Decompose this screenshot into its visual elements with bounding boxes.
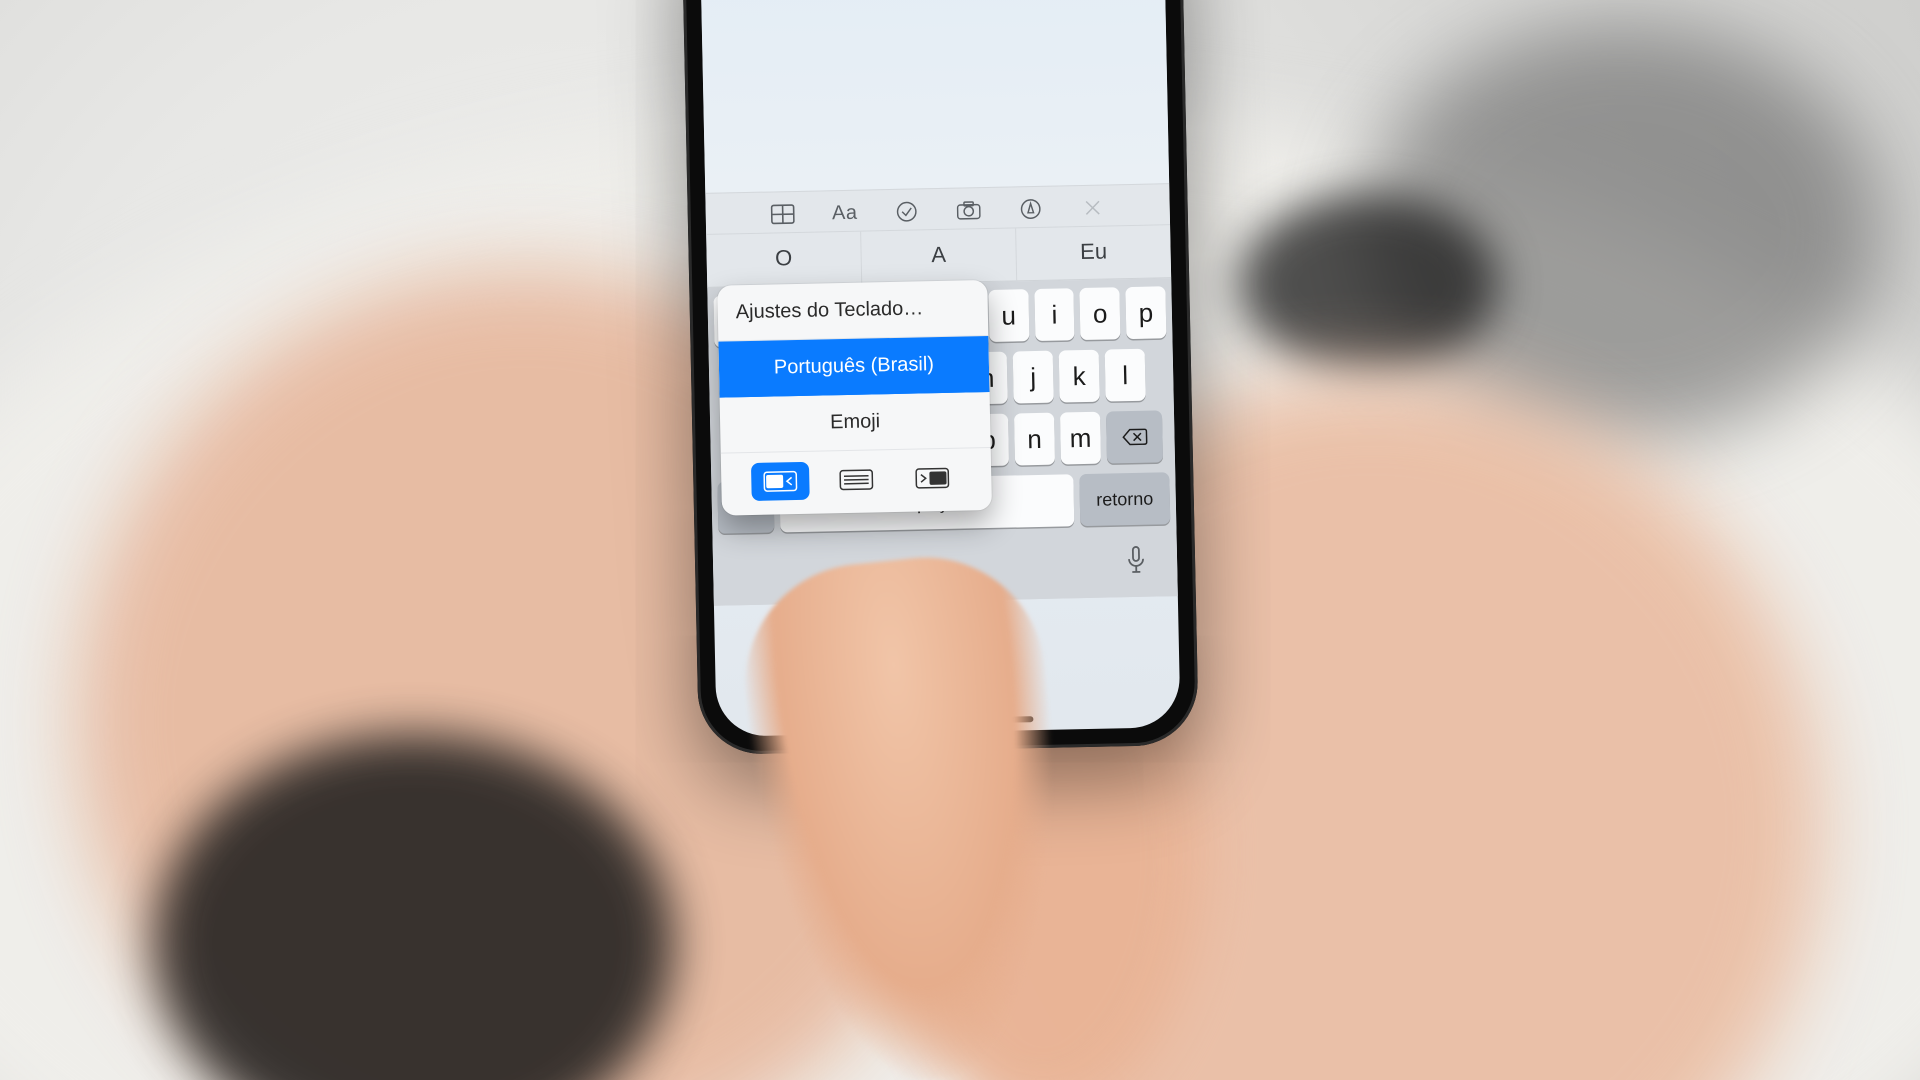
key-u[interactable]: u <box>988 289 1029 342</box>
backspace-icon <box>1121 427 1147 448</box>
microphone-icon <box>1123 544 1150 575</box>
keyboard-suggestion-bar: O A Eu <box>706 224 1171 288</box>
backspace-key[interactable] <box>1106 410 1163 463</box>
markup-icon[interactable] <box>1016 197 1044 222</box>
camera-icon[interactable] <box>954 198 982 223</box>
key-p[interactable]: p <box>1126 286 1167 339</box>
app-content-area <box>699 0 1169 193</box>
key-l[interactable]: l <box>1105 349 1146 402</box>
keyboard-switcher-popup: Ajustes do Teclado… Português (Brasil) E… <box>717 280 992 516</box>
ios-keyboard: q w e r t y u i o p a s d f g h <box>707 278 1178 606</box>
dock-full-button[interactable] <box>827 460 886 499</box>
text-format-icon[interactable]: Aa <box>830 201 858 226</box>
suggestion-1[interactable]: O <box>706 232 861 287</box>
keyboard-right-icon <box>915 467 949 490</box>
suggestion-3[interactable]: Eu <box>1015 225 1171 280</box>
key-m[interactable]: m <box>1060 412 1101 465</box>
close-icon[interactable] <box>1078 195 1106 220</box>
keyboard-emoji-item[interactable]: Emoji <box>720 392 991 454</box>
suggestion-2[interactable]: A <box>860 228 1016 283</box>
dictation-button[interactable] <box>1123 544 1150 580</box>
key-j[interactable]: j <box>1013 351 1054 404</box>
checkmark-circle-icon[interactable] <box>892 199 920 224</box>
key-o[interactable]: o <box>1080 287 1121 340</box>
table-icon[interactable] <box>769 202 797 227</box>
key-n[interactable]: n <box>1014 413 1055 466</box>
background-puck <box>1238 194 1498 374</box>
key-k[interactable]: k <box>1059 350 1100 403</box>
globe-key-placeholder[interactable] <box>741 570 767 571</box>
keyboard-language-selected[interactable]: Português (Brasil) <box>718 336 989 398</box>
keyboard-settings-item[interactable]: Ajustes do Teclado… <box>717 280 988 342</box>
dock-right-button[interactable] <box>903 459 962 498</box>
dock-left-button[interactable] <box>751 462 810 501</box>
keyboard-full-icon <box>839 468 873 491</box>
keyboard-dock-row <box>721 448 992 516</box>
return-key[interactable]: retorno <box>1079 472 1170 526</box>
keyboard-left-icon <box>763 470 797 493</box>
key-i[interactable]: i <box>1034 288 1075 341</box>
photo-scene: Aa O A Eu <box>0 0 1920 1080</box>
